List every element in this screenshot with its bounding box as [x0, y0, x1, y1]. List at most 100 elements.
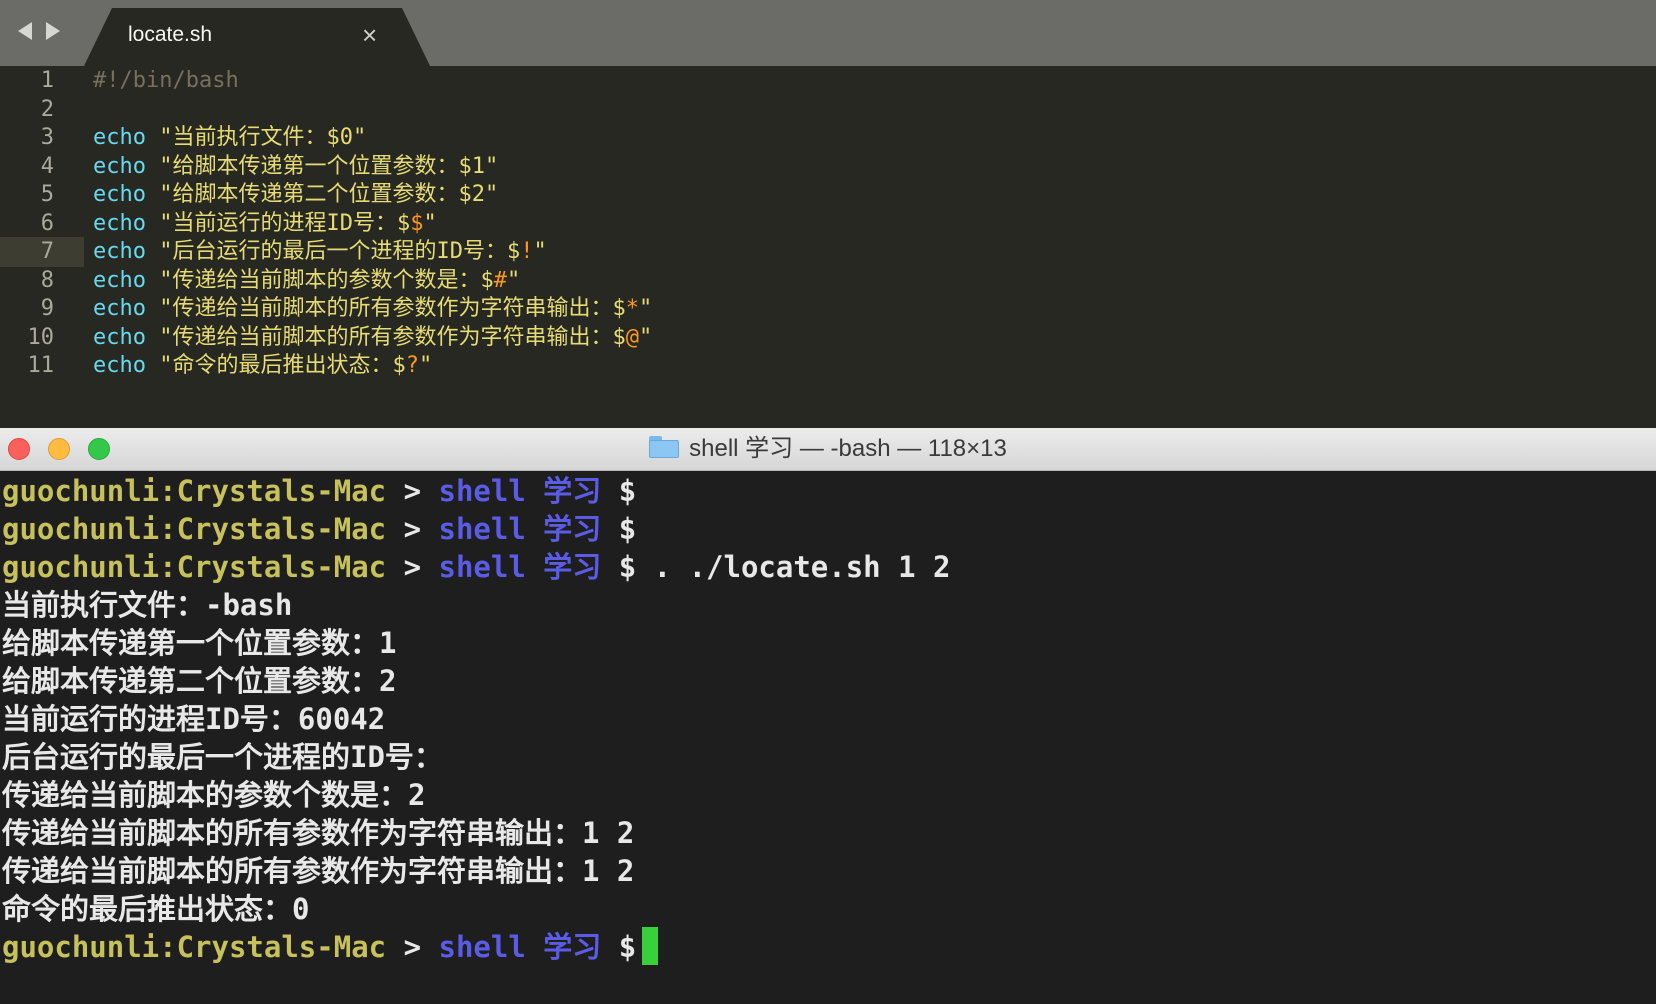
text-cursor[interactable] — [642, 927, 659, 965]
prompt-dollar: $ — [601, 512, 637, 546]
code-line[interactable]: 2 — [0, 95, 1656, 125]
line-number: 7 — [0, 237, 84, 267]
nav-forward-icon[interactable] — [46, 22, 60, 40]
code-text: echo "当前运行的进程ID号：$$" — [93, 209, 437, 239]
code-token: "当前执行文件：$0" — [159, 125, 367, 150]
prompt-dollar: $ — [601, 474, 637, 508]
tab-locate-sh[interactable]: locate.sh × — [84, 8, 430, 66]
code-line[interactable]: 10 echo "传递给当前脚本的所有参数作为字符串输出：$@" — [0, 323, 1656, 353]
code-token: * — [625, 296, 639, 321]
code-text: echo "给脚本传递第一个位置参数：$1" — [93, 152, 498, 182]
code-token: "传递给当前脚本的所有参数作为字符串输出：$ — [159, 324, 626, 350]
prompt-dollar: $ — [601, 550, 637, 584]
output-line: 当前执行文件：-bash — [2, 588, 293, 622]
prompt-user: guochunli:Crystals-Mac — [2, 550, 387, 584]
prompt-directory: shell 学习 — [438, 512, 602, 546]
line-number: 10 — [27, 324, 55, 350]
line-number: 8 — [40, 267, 54, 293]
code-line[interactable]: 3 echo "当前执行文件：$0" — [0, 123, 1656, 153]
code-text: echo "传递给当前脚本的所有参数作为字符串输出：$@" — [93, 323, 652, 353]
output-line: 后台运行的最后一个进程的ID号： — [2, 740, 443, 774]
output-line: 命令的最后推出状态：0 — [2, 892, 310, 926]
code-line[interactable]: 9 echo "传递给当前脚本的所有参数作为字符串输出：$*" — [0, 294, 1656, 324]
code-line[interactable]: 11 echo "命令的最后推出状态：$?" — [0, 351, 1656, 381]
code-text: #!/bin/bash — [93, 66, 239, 96]
output-line: 给脚本传递第二个位置参数：2 — [2, 664, 397, 698]
code-line[interactable]: 1 #!/bin/bash — [0, 66, 1656, 96]
code-text: echo "传递给当前脚本的参数个数是：$#" — [93, 266, 520, 296]
code-token: "给脚本传递第二个位置参数：$2" — [159, 182, 499, 207]
prompt-user: guochunli:Crystals-Mac — [2, 930, 387, 964]
code-text: echo "当前执行文件：$0" — [93, 123, 366, 153]
code-token: " — [423, 210, 437, 236]
code-token: #!/bin/bash — [93, 68, 239, 93]
code-token: echo — [93, 153, 146, 179]
line-number: 1 — [40, 68, 54, 93]
code-line[interactable]: 5 echo "给脚本传递第二个位置参数：$2" — [0, 180, 1656, 210]
prompt-line: guochunli:Crystals-Mac > shell 学习 $ . ./… — [2, 547, 950, 587]
code-token: echo — [93, 239, 146, 264]
output-line: 传递给当前脚本的所有参数作为字符串输出：1 2 — [2, 816, 635, 850]
code-token: "给脚本传递第一个位置参数：$1" — [159, 153, 499, 179]
code-text: echo "命令的最后推出状态：$?" — [93, 351, 432, 381]
code-token: " — [638, 324, 653, 350]
prompt-separator: > — [386, 930, 439, 964]
code-line[interactable]: 8 echo "传递给当前脚本的参数个数是：$#" — [0, 266, 1656, 296]
terminal-title: shell 学习 — -bash — 118×13 — [689, 435, 1007, 462]
line-number: 11 — [27, 353, 55, 378]
terminal-titlebar[interactable]: shell 学习 — -bash — 118×13 — [0, 428, 1656, 471]
code-area[interactable]: 1 #!/bin/bash 2 3 echo "当前执行文件：$0" 4 echo "给脚本… — [0, 66, 1656, 428]
code-token: "传递给当前脚本的所有参数作为字符串输出：$ — [159, 296, 626, 321]
code-editor[interactable]: locate.sh × 1 #!/bin/bash 2 3 echo "当前执行文件：$… — [0, 0, 1656, 428]
line-number: 9 — [40, 296, 54, 321]
output-line: 传递给当前脚本的参数个数是：2 — [2, 778, 426, 812]
code-token: $ — [410, 210, 424, 236]
code-text: echo "后台运行的最后一个进程的ID号：$!" — [93, 237, 547, 267]
command-text: . ./locate.sh 1 2 — [636, 550, 951, 584]
prompt-line: guochunli:Crystals-Mac > shell 学习 $ — [2, 927, 659, 967]
output-line: 传递给当前脚本的所有参数作为字符串输出：1 2 — [2, 854, 635, 888]
nav-back-icon[interactable] — [18, 22, 32, 40]
prompt-user: guochunli:Crystals-Mac — [2, 474, 387, 508]
prompt-directory: shell 学习 — [438, 474, 602, 508]
prompt-line: guochunli:Crystals-Mac > shell 学习 $ — [2, 509, 636, 549]
prompt-directory: shell 学习 — [438, 550, 602, 584]
code-token: "当前运行的进程ID号：$ — [159, 210, 411, 236]
code-token: "后台运行的最后一个进程的ID号：$ — [159, 239, 521, 264]
folder-icon — [649, 436, 680, 458]
prompt-line: guochunli:Crystals-Mac > shell 学习 $ — [2, 471, 636, 511]
prompt-separator: > — [386, 550, 439, 584]
code-token: "传递给当前脚本的参数个数是：$ — [159, 267, 494, 293]
code-token: echo — [93, 324, 146, 350]
code-text: echo "传递给当前脚本的所有参数作为字符串输出：$*" — [93, 294, 652, 324]
code-text: echo "给脚本传递第二个位置参数：$2" — [93, 180, 498, 210]
prompt-user: guochunli:Crystals-Mac — [2, 512, 387, 546]
prompt-dollar: $ — [601, 930, 637, 964]
prompt-directory: shell 学习 — [438, 930, 602, 964]
code-token: ! — [520, 239, 534, 264]
code-token: # — [493, 267, 507, 293]
output-line: 给脚本传递第一个位置参数：1 — [2, 626, 397, 660]
code-token: echo — [93, 210, 146, 236]
terminal-output[interactable]: guochunli:Crystals-Mac > shell 学习 $ guoch… — [0, 471, 1656, 1004]
code-token: " — [418, 353, 433, 378]
code-line[interactable]: 7 echo "后台运行的最后一个进程的ID号：$!" — [0, 237, 1656, 267]
line-number: 3 — [40, 125, 54, 150]
code-token: echo — [93, 182, 146, 207]
terminal-title-wrap: shell 学习 — -bash — 118×13 — [0, 428, 1656, 470]
close-icon[interactable]: × — [362, 20, 377, 50]
code-line[interactable]: 6 echo "当前运行的进程ID号：$$" — [0, 209, 1656, 239]
code-token: echo — [93, 125, 146, 150]
code-line[interactable]: 4 echo "给脚本传递第一个位置参数：$1" — [0, 152, 1656, 182]
output-line: 当前运行的进程ID号：60042 — [2, 702, 386, 736]
code-token: " — [638, 296, 653, 321]
terminal-window: shell 学习 — -bash — 118×13 guochunli:Crys… — [0, 428, 1656, 1004]
